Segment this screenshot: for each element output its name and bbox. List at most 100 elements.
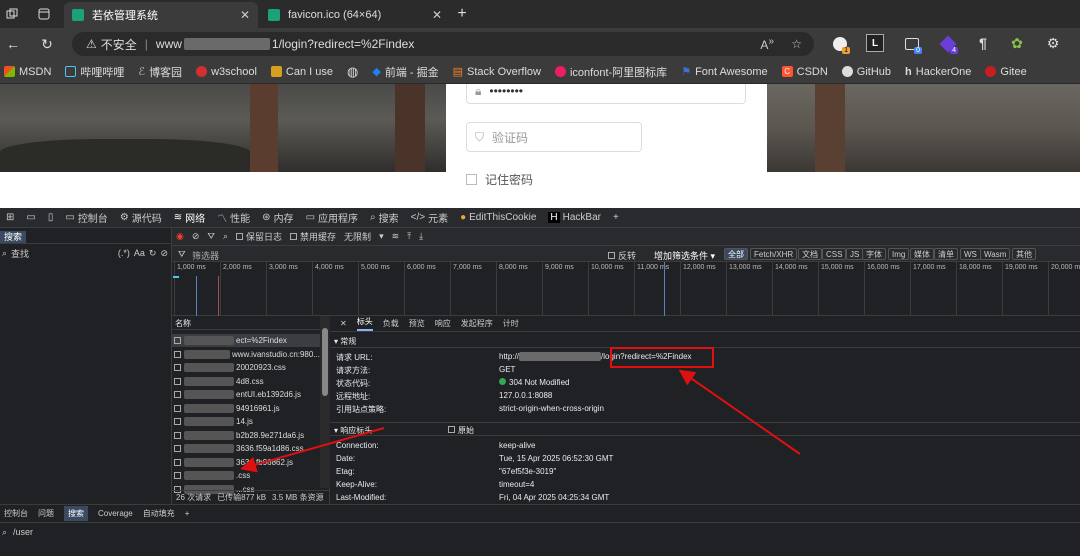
request-row[interactable]: entUI.eb1392d6.js bbox=[172, 388, 320, 401]
download-icon[interactable]: ⤓ bbox=[419, 231, 423, 242]
bookmark-juejin[interactable]: ◆ 前端 - 掘金 bbox=[372, 64, 438, 80]
scrollbar[interactable] bbox=[320, 316, 330, 488]
bookmark-csdn[interactable]: C CSDN bbox=[781, 66, 828, 78]
tab-console[interactable]: ▭ 控制台 bbox=[59, 208, 113, 228]
bookmark-stackoverflow[interactable]: ▤ Stack Overflow bbox=[453, 65, 541, 79]
case-toggle[interactable]: Aa bbox=[134, 248, 145, 258]
bookmark-hackerone[interactable]: h HackerOne bbox=[905, 66, 971, 78]
drawer-tab-autofill[interactable]: 自动填充 bbox=[143, 508, 175, 519]
drawer-tab-coverage[interactable]: Coverage bbox=[98, 509, 133, 518]
extension-icon[interactable]: 1 bbox=[830, 34, 850, 54]
extension-icon[interactable]: L bbox=[866, 34, 884, 52]
add-drawer-tab-icon[interactable]: + bbox=[185, 509, 190, 518]
add-panel-icon[interactable]: + bbox=[607, 208, 625, 228]
type-filter-js[interactable]: JS bbox=[846, 248, 864, 260]
type-filter-img[interactable]: Img bbox=[888, 248, 910, 260]
request-row[interactable]: 14.js bbox=[172, 415, 320, 428]
bookmark-cnblogs[interactable]: ℰ 博客园 bbox=[138, 64, 182, 80]
extension-icon[interactable]: 0 bbox=[902, 34, 922, 54]
favorite-star-icon[interactable]: ☆ bbox=[791, 37, 802, 51]
tab-memory[interactable]: ⊛ 内存 bbox=[256, 208, 299, 228]
request-row[interactable]: www.ivanstudio.cn:980... bbox=[172, 348, 320, 361]
new-tab-icon[interactable]: + bbox=[452, 4, 472, 24]
search-panel-tab[interactable]: 搜索 bbox=[0, 231, 27, 243]
tab-performance[interactable]: 〽性能 bbox=[211, 208, 256, 228]
upload-icon[interactable]: ⤒ bbox=[407, 231, 411, 242]
request-row[interactable]: 94916961.js bbox=[172, 402, 320, 415]
bookmark-bilibili[interactable]: 哔哩哔哩 bbox=[65, 64, 124, 80]
type-filter-manifest[interactable]: 清单 bbox=[934, 248, 958, 260]
refresh-icon[interactable]: ↻ bbox=[38, 36, 56, 52]
type-filter-css[interactable]: CSS bbox=[822, 248, 847, 260]
chevron-down-icon[interactable]: ▾ bbox=[379, 231, 384, 242]
extensions-icon[interactable]: ⚙ bbox=[1044, 34, 1062, 52]
network-timeline[interactable]: 1,000 ms 2,000 ms 3,000 ms 4,000 ms 5,000 ms… bbox=[172, 262, 1080, 316]
device-icon[interactable]: ▭ bbox=[20, 208, 41, 228]
type-filter-all[interactable]: 全部 bbox=[724, 248, 748, 260]
tab-actions-icon[interactable] bbox=[36, 6, 52, 22]
type-filter-media[interactable]: 媒体 bbox=[910, 248, 934, 260]
request-row[interactable]: .css bbox=[172, 469, 320, 482]
bookmark-globe[interactable]: ◍ bbox=[347, 64, 358, 80]
tab-search[interactable]: ⌕ 搜索 bbox=[364, 208, 405, 228]
scrollbar-thumb[interactable] bbox=[322, 328, 328, 396]
request-row[interactable]: 4d8.css bbox=[172, 375, 320, 388]
invert-checkbox[interactable]: 反转 bbox=[608, 249, 636, 262]
pilcrow-extension-icon[interactable]: ¶ bbox=[974, 34, 992, 52]
find-input[interactable]: 查找 bbox=[11, 247, 29, 260]
address-bar[interactable]: ⚠ 不安全 | www 1/login?redirect=%2Findex A»… bbox=[72, 32, 814, 56]
drawer-icon[interactable]: ▯ bbox=[42, 208, 60, 228]
type-filter-fetch[interactable]: Fetch/XHR bbox=[750, 248, 798, 260]
regex-toggle[interactable]: (.*) bbox=[118, 248, 130, 258]
remember-checkbox[interactable] bbox=[466, 174, 477, 185]
clear-icon[interactable]: ⊘ bbox=[160, 248, 168, 259]
tab-favicon[interactable]: favicon.ico (64×64) ✕ bbox=[260, 2, 450, 28]
bookmark-fontawesome[interactable]: ⚑ Font Awesome bbox=[681, 65, 767, 79]
filter-icon[interactable]: ⛛ bbox=[207, 231, 215, 242]
search-icon[interactable]: ⌕ bbox=[223, 231, 228, 242]
bookmark-gitee[interactable]: Gitee bbox=[985, 66, 1027, 78]
filter-input[interactable]: 筛选器 bbox=[192, 249, 219, 262]
bookmark-caniuse[interactable]: Can I use bbox=[270, 66, 333, 78]
remember-me[interactable]: 记住密码 bbox=[466, 171, 533, 188]
puzzle-extension-icon[interactable]: ✿ bbox=[1008, 34, 1026, 52]
tab-hackbar[interactable]: H HackBar bbox=[542, 208, 607, 228]
close-tab-icon[interactable]: ✕ bbox=[432, 8, 442, 22]
type-filter-wasm[interactable]: Wasm bbox=[980, 248, 1011, 260]
tab-sources[interactable]: ⚙ 源代码 bbox=[114, 208, 168, 228]
close-tab-icon[interactable]: ✕ bbox=[240, 8, 250, 22]
read-aloud-icon[interactable]: A» bbox=[760, 36, 774, 52]
throttling-select[interactable]: 无限制 bbox=[344, 230, 371, 243]
bookmark-github[interactable]: GitHub bbox=[841, 66, 891, 78]
disable-cache[interactable]: 禁用缓存 bbox=[290, 230, 336, 243]
bookmark-w3school[interactable]: w3school bbox=[196, 66, 257, 78]
bookmark-iconfont[interactable]: iconfont-阿里图标库 bbox=[554, 64, 667, 80]
type-filter-doc[interactable]: 文档 bbox=[798, 248, 822, 260]
type-filter-font[interactable]: 字体 bbox=[862, 248, 886, 260]
clear-icon[interactable]: ⊘ bbox=[192, 231, 200, 242]
back-icon[interactable]: ← bbox=[4, 36, 22, 52]
more-filters-dropdown[interactable]: 增加筛选条件 ▾ bbox=[654, 249, 715, 262]
workspaces-icon[interactable] bbox=[4, 6, 20, 22]
dock-icon[interactable]: ⊞ bbox=[0, 208, 20, 228]
bookmark-msdn[interactable]: MSDN bbox=[4, 66, 51, 78]
password-field[interactable]: 🔒︎ •••••••• bbox=[466, 84, 746, 104]
tab-network[interactable]: ≋ 网络 bbox=[168, 208, 211, 228]
record-icon[interactable]: ◉ bbox=[176, 231, 184, 242]
tab-elements[interactable]: </> 元素 bbox=[405, 208, 454, 228]
drawer-search-input[interactable]: /user bbox=[13, 527, 33, 537]
preserve-log[interactable]: 保留日志 bbox=[236, 230, 282, 243]
type-filter-ws[interactable]: WS bbox=[960, 248, 981, 260]
request-row[interactable]: 20020923.css bbox=[172, 361, 320, 374]
type-filter-other[interactable]: 其他 bbox=[1012, 248, 1036, 260]
request-row[interactable]: b2b28.9e271da6.js bbox=[172, 429, 320, 442]
extension-icon[interactable]: 4 bbox=[938, 34, 958, 54]
drawer-tab-console[interactable]: 控制台 bbox=[4, 508, 28, 519]
tab-editthiscookie[interactable]: ● EditThisCookie bbox=[454, 208, 542, 228]
request-row[interactable]: ect=%2Findex bbox=[172, 334, 320, 347]
request-row[interactable]: 3636.f59a1d86.css bbox=[172, 442, 320, 455]
request-row[interactable]: 3636.fb96862.js bbox=[172, 456, 320, 469]
refresh-icon[interactable]: ↻ bbox=[149, 248, 157, 259]
drawer-tab-issues[interactable]: 问题 bbox=[38, 508, 54, 519]
name-column-header[interactable]: 名称 bbox=[172, 316, 330, 330]
